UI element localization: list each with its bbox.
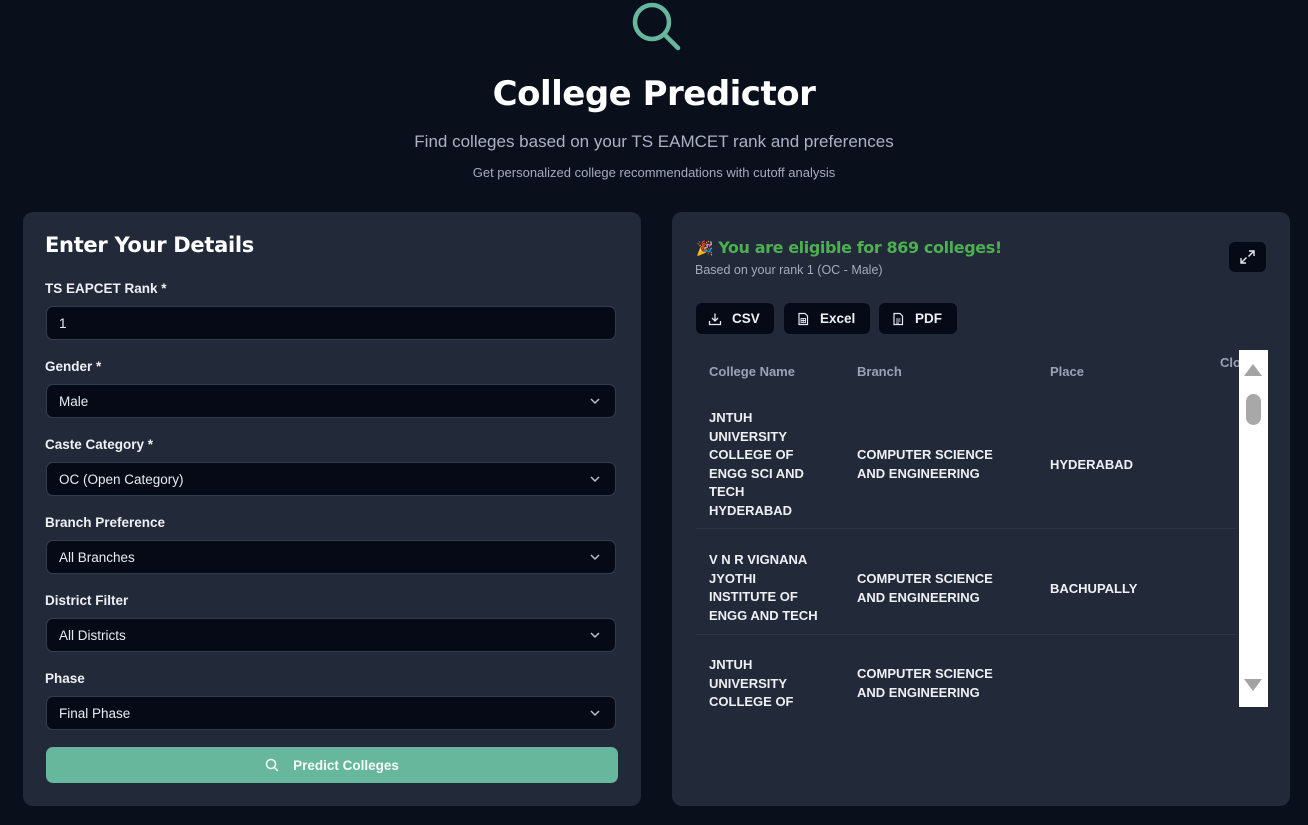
- district-label: District Filter: [45, 593, 129, 608]
- district-value: All Districts: [59, 628, 126, 643]
- table-body: JNTUH UNIVERSITY COLLEGE OF ENGG SCI AND…: [672, 392, 1290, 707]
- scroll-up-arrow[interactable]: [1244, 364, 1262, 376]
- table-scrollbar[interactable]: [1239, 350, 1268, 707]
- export-csv-button[interactable]: CSV: [696, 303, 774, 334]
- eligibility-basis: Based on your rank 1 (OC - Male): [695, 263, 883, 277]
- column-header-place[interactable]: Place: [1050, 364, 1084, 379]
- branch-label: Branch Preference: [45, 515, 166, 530]
- form-title: Enter Your Details: [45, 233, 254, 257]
- chevron-down-icon: [590, 554, 600, 561]
- district-select[interactable]: All Districts: [46, 618, 616, 652]
- excel-label: Excel: [820, 311, 856, 326]
- college-name-cell: JNTUH UNIVERSITY COLLEGE OF: [709, 657, 794, 707]
- scroll-thumb[interactable]: [1246, 394, 1261, 425]
- caste-label: Caste Category *: [45, 437, 154, 452]
- place-cell: HYDERABAD: [1050, 457, 1134, 472]
- rank-input[interactable]: 1: [46, 306, 616, 340]
- gender-label: Gender *: [45, 359, 102, 374]
- row-divider: [696, 528, 1236, 529]
- row-divider: [696, 634, 1236, 635]
- rank-label: TS EAPCET Rank *: [45, 281, 167, 296]
- pdf-label: PDF: [915, 311, 942, 326]
- export-excel-button[interactable]: Excel: [784, 303, 870, 334]
- expand-button[interactable]: [1229, 242, 1266, 272]
- details-form-card: Enter Your Details TS EAPCET Rank * 1 Ge…: [23, 212, 641, 806]
- chevron-down-icon: [590, 710, 600, 717]
- gender-value: Male: [59, 394, 89, 409]
- phase-select[interactable]: Final Phase: [46, 696, 616, 730]
- scroll-down-arrow[interactable]: [1244, 679, 1262, 691]
- page-tagline: Get personalized college recommendations…: [472, 165, 836, 180]
- download-icon: [708, 313, 722, 325]
- college-name-cell: JNTUH UNIVERSITY COLLEGE OF ENGG SCI AND…: [709, 410, 804, 518]
- expand-icon: [1240, 250, 1255, 264]
- results-card: 🎉 You are eligible for 869 colleges! Bas…: [672, 212, 1290, 806]
- rank-value: 1: [59, 316, 67, 331]
- page-subtitle: Find colleges based on your TS EAMCET ra…: [414, 132, 894, 151]
- gender-select[interactable]: Male: [46, 384, 616, 418]
- column-header-closing[interactable]: Clo: [1220, 355, 1241, 370]
- branch-select[interactable]: All Branches: [46, 540, 616, 574]
- predict-button-label: Predict Colleges: [293, 757, 399, 773]
- chevron-down-icon: [590, 632, 600, 639]
- search-icon: [632, 2, 681, 51]
- college-name-cell: V N R VIGNANA JYOTHI INSTITUTE OF ENGG A…: [709, 552, 818, 623]
- predict-colleges-button[interactable]: Predict Colleges: [46, 747, 618, 783]
- column-header-branch[interactable]: Branch: [857, 364, 902, 379]
- party-emoji: 🎉: [696, 241, 714, 257]
- export-pdf-button[interactable]: PDF: [879, 303, 957, 334]
- branch-cell: COMPUTER SCIENCE AND ENGINEERING: [857, 666, 993, 700]
- branch-value: All Branches: [59, 550, 135, 565]
- caste-select[interactable]: OC (Open Category): [46, 462, 616, 496]
- place-cell: BACHUPALLY: [1050, 581, 1138, 596]
- spreadsheet-icon: [798, 312, 809, 325]
- eligibility-text: You are eligible for 869 colleges!: [718, 238, 1002, 257]
- chevron-down-icon: [590, 476, 600, 483]
- document-icon: [893, 312, 904, 325]
- phase-label: Phase: [45, 671, 85, 686]
- column-header-college[interactable]: College Name: [709, 364, 795, 379]
- caste-value: OC (Open Category): [59, 472, 184, 487]
- page-title: College Predictor: [492, 74, 816, 114]
- branch-cell: COMPUTER SCIENCE AND ENGINEERING: [857, 571, 993, 605]
- branch-cell: COMPUTER SCIENCE AND ENGINEERING: [857, 447, 993, 481]
- search-icon: [265, 758, 279, 772]
- csv-label: CSV: [732, 311, 760, 326]
- chevron-down-icon: [590, 398, 600, 405]
- eligibility-heading: 🎉 You are eligible for 869 colleges!: [696, 238, 1002, 257]
- phase-value: Final Phase: [59, 706, 131, 721]
